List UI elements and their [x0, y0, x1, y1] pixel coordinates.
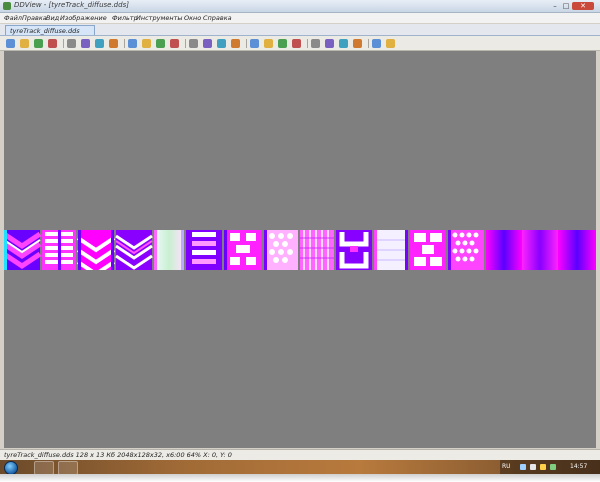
- texture-tile-4: [115, 230, 153, 270]
- camera-icon[interactable]: [339, 39, 348, 48]
- help-icon[interactable]: [386, 39, 395, 48]
- texture-tile-3: [76, 230, 116, 270]
- close-button[interactable]: ✕: [572, 2, 594, 10]
- export-icon[interactable]: [292, 39, 301, 48]
- zoom-in-icon[interactable]: [170, 39, 179, 48]
- menu-filter[interactable]: Фильтр: [112, 13, 138, 23]
- undo-icon[interactable]: [128, 39, 137, 48]
- save-icon[interactable]: [34, 39, 43, 48]
- scan-icon[interactable]: [325, 39, 334, 48]
- copy-icon[interactable]: [95, 39, 104, 48]
- toolbar-separator: [63, 39, 64, 48]
- texture-tile-6: [186, 230, 222, 270]
- toolbar-separator: [368, 39, 369, 48]
- menu-help[interactable]: Справка: [203, 13, 232, 23]
- texture-tile-8: [264, 230, 298, 270]
- start-button[interactable]: [4, 461, 18, 475]
- app-window: DDView - [tyreTrack_diffuse.dds] – □ ✕ Ф…: [0, 0, 600, 460]
- rotate-icon[interactable]: [156, 39, 165, 48]
- menu-window[interactable]: Окно: [184, 13, 201, 23]
- paste-icon[interactable]: [109, 39, 118, 48]
- texture-tile-14: [486, 230, 522, 270]
- tray-app-icon[interactable]: [550, 464, 556, 470]
- menu-edit[interactable]: Правка: [22, 13, 47, 23]
- settings-icon[interactable]: [353, 39, 362, 48]
- image-canvas[interactable]: [4, 51, 596, 448]
- grid-icon[interactable]: [311, 39, 320, 48]
- language-indicator[interactable]: RU: [502, 460, 511, 474]
- info-icon[interactable]: [372, 39, 381, 48]
- menu-tools[interactable]: Инструменты: [136, 13, 183, 23]
- texture-tile-5: [154, 230, 184, 270]
- menu-bar: Файл Правка Вид Изображение Фильтр Инстр…: [0, 13, 600, 23]
- minimize-button[interactable]: –: [550, 2, 560, 10]
- thumbnail-icon[interactable]: [264, 39, 273, 48]
- forward-icon[interactable]: [231, 39, 240, 48]
- texture-tile-12: [410, 230, 446, 270]
- texture-tile-2: [42, 230, 76, 270]
- status-bar: tyreTrack_diffuse.dds 128 x 13 Кб 2048x1…: [0, 449, 600, 460]
- maximize-button[interactable]: □: [561, 2, 571, 10]
- toolbar-separator: [185, 39, 186, 48]
- toolbar-separator: [307, 39, 308, 48]
- toolbar-separator: [246, 39, 247, 48]
- menu-file[interactable]: Файл: [4, 13, 22, 23]
- new-icon[interactable]: [6, 39, 15, 48]
- network-icon[interactable]: [520, 464, 526, 470]
- notification-icon[interactable]: [540, 464, 546, 470]
- folder-icon[interactable]: [278, 39, 287, 48]
- texture-tile-7: [224, 230, 262, 270]
- status-text: tyreTrack_diffuse.dds 128 x 13 Кб 2048x1…: [4, 451, 232, 459]
- toolbar: [0, 36, 600, 51]
- toolbar-separator: [124, 39, 125, 48]
- screen-bottom-edge: [0, 474, 600, 482]
- tab-document[interactable]: tyreTrack_diffuse.dds: [5, 25, 95, 35]
- texture-tile-13: [448, 230, 484, 270]
- zoom-out-icon[interactable]: [189, 39, 198, 48]
- clock[interactable]: 14:57: [570, 460, 587, 474]
- texture-tile-1: [4, 230, 42, 270]
- taskbar-app-button[interactable]: [58, 461, 78, 475]
- document-tab-bar: tyreTrack_diffuse.dds: [0, 24, 600, 36]
- app-icon: [3, 2, 11, 10]
- taskbar: RU 14:57: [0, 460, 600, 475]
- window-title: DDView - [tyreTrack_diffuse.dds]: [14, 1, 129, 9]
- volume-icon[interactable]: [530, 464, 536, 470]
- menu-image[interactable]: Изображение: [60, 13, 107, 23]
- back-icon[interactable]: [217, 39, 226, 48]
- save-as-icon[interactable]: [48, 39, 57, 48]
- cut-icon[interactable]: [81, 39, 90, 48]
- title-bar[interactable]: DDView - [tyreTrack_diffuse.dds] – □ ✕: [0, 0, 600, 13]
- texture-tile-15: [522, 230, 558, 270]
- texture-tile-16: [558, 230, 596, 270]
- zoom-fit-icon[interactable]: [203, 39, 212, 48]
- texture-tile-10: [336, 230, 372, 270]
- texture-strip-image: [4, 230, 596, 270]
- print-icon[interactable]: [67, 39, 76, 48]
- taskbar-explorer-button[interactable]: [34, 461, 54, 475]
- view-icon[interactable]: [250, 39, 259, 48]
- texture-tile-9: [300, 230, 334, 270]
- redo-icon[interactable]: [142, 39, 151, 48]
- menu-view[interactable]: Вид: [46, 13, 59, 23]
- texture-tile-11: [374, 230, 408, 270]
- open-icon[interactable]: [20, 39, 29, 48]
